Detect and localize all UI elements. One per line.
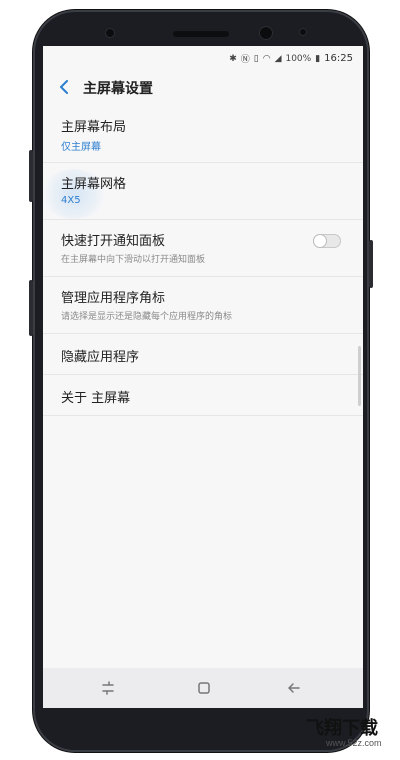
status-bar: ✱ Ⓝ ▯ ◠ ◢ 100% ▮ 16:25 xyxy=(43,46,363,70)
nfc-icon: Ⓝ xyxy=(240,55,250,65)
setting-description: 请选择是显示还是隐藏每个应用程序的角标 xyxy=(61,312,233,322)
bluetooth-icon: ✱ xyxy=(229,53,237,64)
setting-title: 快速打开通知面板 xyxy=(61,234,166,249)
earpiece xyxy=(173,31,229,37)
recents-button[interactable] xyxy=(95,676,121,700)
iris-sensor-right xyxy=(299,28,307,36)
settings-list: 主屏幕布局 仅主屏幕 主屏幕网格 4X5 快速打开通知面板 在主屏幕中向下滑动以… xyxy=(43,106,363,416)
volume-button xyxy=(29,280,33,336)
page-title: 主屏幕设置 xyxy=(83,81,153,97)
setting-about-home-screen[interactable]: 关于 主屏幕 xyxy=(43,375,363,416)
iris-sensor-left xyxy=(105,28,115,38)
watermark-url: www.52z.com xyxy=(326,738,382,748)
setting-value: 仅主屏幕 xyxy=(61,142,101,153)
status-icons: ✱ Ⓝ ▯ ◠ ◢ 100% ▮ 16:25 xyxy=(229,52,353,65)
setting-title: 主屏幕布局 xyxy=(61,120,127,135)
vibrate-icon: ▯ xyxy=(253,53,259,64)
home-icon xyxy=(198,682,210,694)
wifi-icon: ◠ xyxy=(262,53,271,64)
setting-app-icon-badges[interactable]: 管理应用程序角标 请选择是显示还是隐藏每个应用程序的角标 xyxy=(43,277,363,334)
home-button[interactable] xyxy=(191,676,217,700)
watermark: 飞翔下载 www.52z.com xyxy=(306,712,396,752)
back-icon xyxy=(288,683,300,693)
setting-title: 关于 主屏幕 xyxy=(61,391,131,406)
setting-title: 隐藏应用程序 xyxy=(61,350,140,365)
bixby-button xyxy=(29,150,33,202)
setting-quick-open-notification-panel[interactable]: 快速打开通知面板 在主屏幕中向下滑动以打开通知面板 xyxy=(43,220,363,277)
navigation-bar xyxy=(43,668,363,708)
scrollbar[interactable] xyxy=(358,346,361,406)
battery-icon: ▮ xyxy=(315,53,321,64)
notification-panel-toggle[interactable] xyxy=(313,234,341,248)
back-button[interactable] xyxy=(53,76,75,98)
setting-value: 4X5 xyxy=(61,195,81,206)
recents-icon xyxy=(102,681,114,695)
setting-home-screen-grid[interactable]: 主屏幕网格 4X5 xyxy=(43,163,363,220)
toggle-knob xyxy=(314,235,326,247)
setting-title: 主屏幕网格 xyxy=(61,177,127,192)
battery-percent: 100% xyxy=(285,53,312,64)
clock: 16:25 xyxy=(324,53,353,64)
watermark-logo: 飞翔下载 xyxy=(306,718,378,738)
setting-hide-apps[interactable]: 隐藏应用程序 xyxy=(43,334,363,375)
setting-title: 管理应用程序角标 xyxy=(61,291,166,306)
phone-screen: ✱ Ⓝ ▯ ◠ ◢ 100% ▮ 16:25 主屏幕设置 主屏幕布局 仅主屏幕 … xyxy=(43,46,363,708)
signal-icon: ◢ xyxy=(274,53,282,64)
app-header: 主屏幕设置 xyxy=(43,70,363,104)
back-nav-button[interactable] xyxy=(281,676,307,700)
setting-description: 在主屏幕中向下滑动以打开通知面板 xyxy=(61,255,206,265)
front-camera xyxy=(259,26,273,40)
power-button xyxy=(369,240,373,288)
chevron-left-icon xyxy=(60,80,68,94)
setting-home-screen-layout[interactable]: 主屏幕布局 仅主屏幕 xyxy=(43,106,363,163)
